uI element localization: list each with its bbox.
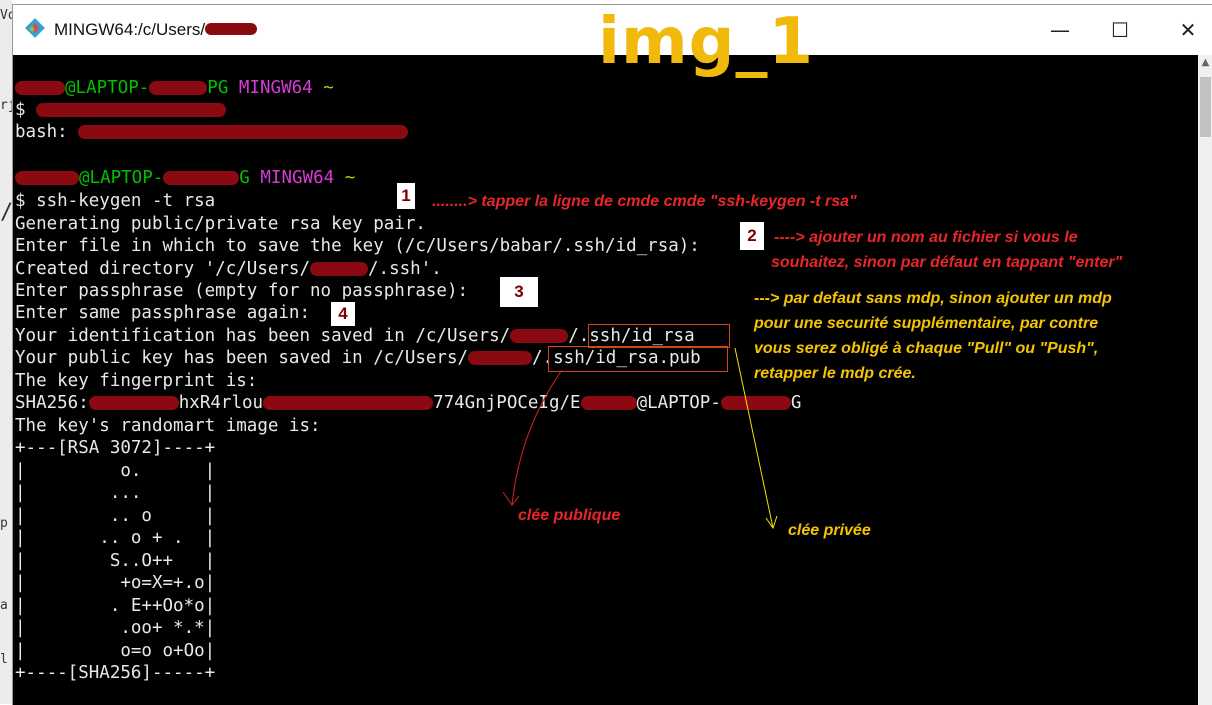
annotation-arrows — [502, 347, 778, 530]
